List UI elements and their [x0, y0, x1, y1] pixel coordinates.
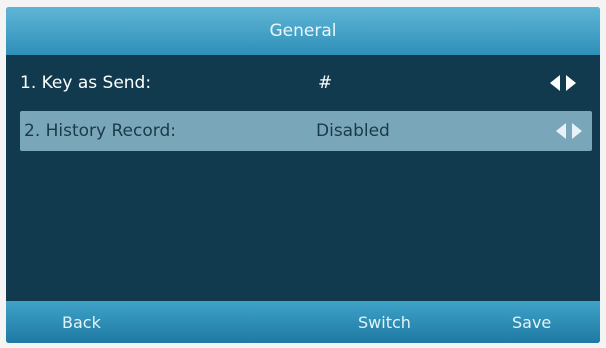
arrow-right-icon[interactable]	[566, 75, 576, 91]
key-as-send-label: 1. Key as Send:	[20, 73, 152, 93]
switch-softkey[interactable]: Switch	[358, 301, 411, 343]
save-softkey[interactable]: Save	[512, 301, 551, 343]
history-record-value: Disabled	[316, 121, 390, 141]
phone-frame: General 1. Key as Send: # 2. History Rec…	[0, 0, 606, 348]
setting-row-key-as-send[interactable]: 1. Key as Send: #	[6, 63, 600, 103]
key-as-send-value: #	[318, 73, 333, 93]
history-record-label: 2. History Record:	[24, 121, 176, 141]
arrow-left-icon[interactable]	[556, 123, 566, 139]
key-as-send-arrows	[550, 75, 576, 91]
softkey-bar: Back Switch Save	[6, 301, 600, 343]
page-title: General	[269, 21, 337, 41]
history-record-arrows	[556, 123, 582, 139]
arrow-left-icon[interactable]	[550, 75, 560, 91]
back-softkey[interactable]: Back	[62, 301, 101, 343]
phone-screen: General 1. Key as Send: # 2. History Rec…	[6, 7, 600, 343]
setting-row-history-record[interactable]: 2. History Record: Disabled	[20, 111, 592, 151]
arrow-right-icon[interactable]	[572, 123, 582, 139]
title-bar: General	[6, 7, 600, 55]
